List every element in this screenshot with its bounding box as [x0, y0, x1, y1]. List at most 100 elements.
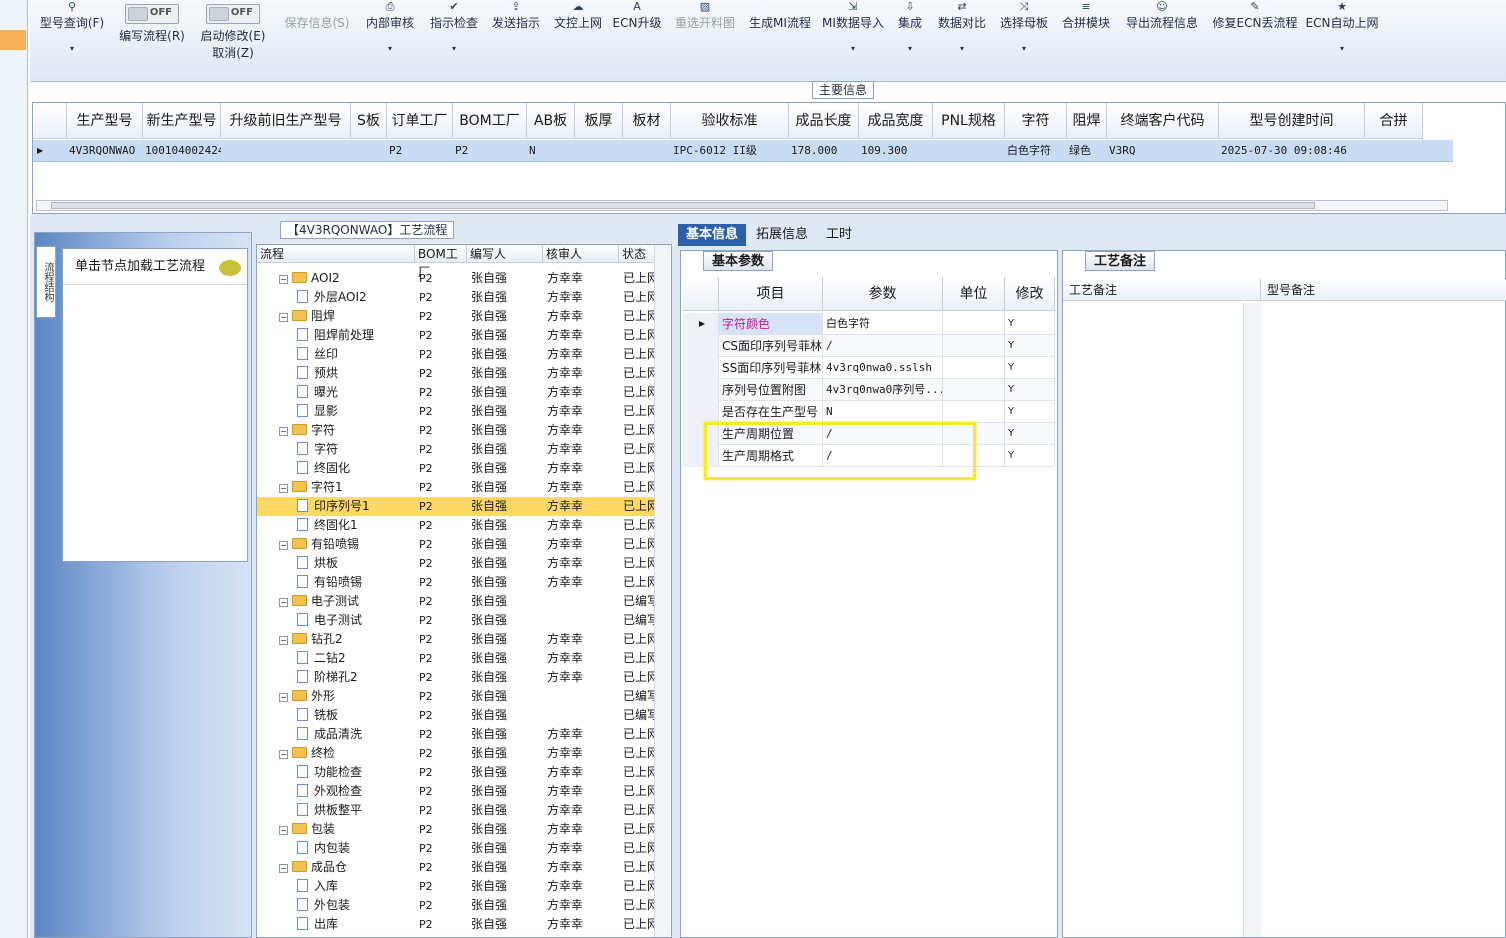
column-header[interactable]: 升级前旧生产型号 [221, 103, 351, 139]
tree-node[interactable]: 阶梯孔2 P2 张自强 方幸幸 已上网 [257, 668, 655, 687]
scrollbar-thumb[interactable] [51, 202, 1315, 209]
param-row[interactable]: CS面印序列号菲林 / Y [683, 335, 1055, 357]
param-column-header[interactable]: 单位 [943, 277, 1005, 311]
data-compare-button[interactable]: ⇄ 数据对比 ▾ [934, 0, 990, 62]
regen-map-button[interactable]: ▨ 重选开料图 [670, 0, 740, 62]
tree-node[interactable]: 外包装 P2 张自强 方幸幸 已上网 [257, 896, 655, 915]
write-flow-toggle[interactable]: OFF 编写流程(R) [112, 0, 192, 62]
collapse-icon[interactable]: − [279, 313, 288, 322]
column-header[interactable]: 订单工厂 [387, 103, 453, 139]
send-button[interactable]: ⇪ 发送指示 [488, 0, 544, 62]
notes-scrollbar[interactable] [1243, 303, 1261, 937]
flow-column-header[interactable]: 流程 [257, 245, 415, 263]
collapse-icon[interactable]: − [279, 427, 288, 436]
tree-node[interactable]: 曝光 P2 张自强 方幸幸 已上网 [257, 383, 655, 402]
vertical-tab-flow-structure[interactable]: 流程结构 [36, 246, 56, 318]
flow-vertical-scrollbar[interactable] [654, 245, 670, 937]
tree-node[interactable]: 印序列号1 P2 张自强 方幸幸 已上网 [257, 497, 655, 516]
panel-module-button[interactable]: ≡ 合拼模块 [1058, 0, 1114, 62]
toggle-switch[interactable]: OFF [206, 4, 260, 24]
start-modify-toggle[interactable]: OFF 启动修改(E) 取消(Z) [196, 0, 270, 62]
tree-node[interactable]: 铣板 P2 张自强 已编写 [257, 706, 655, 725]
flow-column-header[interactable]: BOM工厂 [415, 245, 467, 279]
param-row[interactable]: 是否存在生产型号 N Y [683, 401, 1055, 423]
tab-work-hours[interactable]: 工时 [818, 224, 860, 246]
param-row[interactable]: ▶ 字符颜色 白色字符 Y [683, 313, 1055, 335]
tree-node[interactable]: 阻焊前处理 P2 张自强 方幸幸 已上网 [257, 326, 655, 345]
tree-node[interactable]: 预烘 P2 张自强 方幸幸 已上网 [257, 364, 655, 383]
tree-node[interactable]: 出库 P2 张自强 方幸幸 已上网 [257, 915, 655, 934]
cancel-button[interactable]: 取消(Z) [196, 45, 270, 61]
ecn-upgrade-button[interactable]: A ECN升级 [612, 0, 662, 62]
tree-node[interactable]: 成品清洗 P2 张自强 方幸幸 已上网 [257, 725, 655, 744]
tree-node[interactable]: 外观检查 P2 张自强 方幸幸 已上网 [257, 782, 655, 801]
doc-online-button[interactable]: ☁ 文控上网 [550, 0, 606, 62]
column-header[interactable]: 成品宽度 [859, 103, 933, 139]
tree-node[interactable]: 电子测试 P2 张自强 已编写 [257, 611, 655, 630]
tab-process-notes[interactable]: 工艺备注 [1085, 251, 1156, 271]
flow-column-header[interactable]: 状态 [619, 245, 655, 263]
tree-node[interactable]: 终固化 P2 张自强 方幸幸 已上网 [257, 459, 655, 478]
internal-review-button[interactable]: ⎙ 内部审核 ▾ [362, 0, 418, 62]
param-param[interactable]: 4v3rq0nwa0.sslsh [823, 357, 943, 379]
tree-node[interactable]: 显影 P2 张自强 方幸幸 已上网 [257, 402, 655, 421]
collapse-icon[interactable]: − [279, 541, 288, 550]
tree-node[interactable]: 有铅喷锡 P2 张自强 方幸幸 已上网 [257, 573, 655, 592]
param-column-header[interactable]: 项目 [719, 277, 823, 311]
tree-node[interactable]: − 成品仓 P2 张自强 方幸幸 已上网 [257, 858, 655, 877]
check-button[interactable]: ✔ 指示检查 ▾ [426, 0, 482, 62]
column-header[interactable]: 合拼 [1365, 103, 1423, 139]
mi-import-button[interactable]: ⇲ MI数据导入 ▾ [820, 0, 886, 62]
query-button[interactable]: ⚲ 型号查询(F) ▾ [36, 0, 108, 62]
tab-basic-info[interactable]: 基本信息 [678, 224, 747, 246]
collapse-icon[interactable]: − [279, 693, 288, 702]
tree-node[interactable]: − 有铅喷锡 P2 张自强 方幸幸 已上网 [257, 535, 655, 554]
collapse-icon[interactable]: − [279, 275, 288, 284]
table-row[interactable]: 4V3RQONWAO 10010400242418 P2 P2 N IPC-6012 II… [33, 140, 1453, 162]
collapse-icon[interactable]: − [279, 598, 288, 607]
param-row[interactable]: 序列号位置附图 4v3rq0nwa0序列号... Y [683, 379, 1055, 401]
param-row[interactable]: SS面印序列号菲林 4v3rq0nwa0.sslsh Y [683, 357, 1055, 379]
collapse-icon[interactable]: − [279, 636, 288, 645]
tree-node[interactable]: − 电子测试 P2 张自强 已编写 [257, 592, 655, 611]
param-column-header[interactable]: 修改 [1005, 277, 1055, 311]
save-button[interactable]: 保存信息(S) [280, 0, 354, 62]
collapse-icon[interactable]: − [279, 864, 288, 873]
tree-node[interactable]: 字符 P2 张自强 方幸幸 已上网 [257, 440, 655, 459]
gen-mi-button[interactable]: 生成MI流程 [746, 0, 814, 62]
tree-node[interactable]: 功能检查 P2 张自强 方幸幸 已上网 [257, 763, 655, 782]
column-header[interactable]: PNL规格 [933, 103, 1005, 139]
toggle-switch[interactable]: OFF [125, 4, 179, 24]
column-header[interactable]: 板厚 [575, 103, 623, 139]
collapse-icon[interactable]: − [279, 484, 288, 493]
flow-column-header[interactable]: 核审人 [543, 245, 619, 263]
column-header[interactable]: 终端客户代码 [1107, 103, 1219, 139]
param-param[interactable]: 白色字符 [823, 313, 943, 335]
column-header[interactable]: AB板 [527, 103, 575, 139]
column-header[interactable]: BOM工厂 [453, 103, 527, 139]
integrate-button[interactable]: ⇩ 集成 ▾ [892, 0, 928, 62]
column-header[interactable]: 板材 [623, 103, 671, 139]
column-header[interactable]: 字符 [1005, 103, 1067, 139]
column-header[interactable]: S板 [351, 103, 387, 139]
param-param[interactable]: N [823, 401, 943, 423]
horizontal-scrollbar[interactable] [36, 200, 1448, 211]
tree-node[interactable]: − 外形 P2 张自强 已编写 [257, 687, 655, 706]
column-header[interactable]: 型号创建时间 [1219, 103, 1365, 139]
collapse-icon[interactable]: − [279, 826, 288, 835]
tree-node[interactable]: 终固化1 P2 张自强 方幸幸 已上网 [257, 516, 655, 535]
repair-ecn-button[interactable]: ✎ 修复ECN丢流程 [1210, 0, 1300, 62]
column-header[interactable]: 阻焊 [1067, 103, 1107, 139]
tree-node[interactable]: − 钻孔2 P2 张自强 方幸幸 已上网 [257, 630, 655, 649]
tree-node[interactable]: 内包装 P2 张自强 方幸幸 已上网 [257, 839, 655, 858]
collapse-icon[interactable]: − [279, 750, 288, 759]
tree-node[interactable]: − 字符1 P2 张自强 方幸幸 已上网 [257, 478, 655, 497]
tree-node[interactable]: 外层AOI2 P2 张自强 方幸幸 已上网 [257, 288, 655, 307]
column-header[interactable]: 生产型号 [67, 103, 143, 139]
tree-node[interactable]: 丝印 P2 张自强 方幸幸 已上网 [257, 345, 655, 364]
ecn-auto-button[interactable]: ★ ECN自动上网 ▾ [1304, 0, 1380, 62]
tree-node[interactable]: 入库 P2 张自强 方幸幸 已上网 [257, 877, 655, 896]
param-param[interactable]: / [823, 335, 943, 357]
flow-column-header[interactable]: 编写人 [467, 245, 543, 263]
param-column-header[interactable]: 参数 [823, 277, 943, 311]
